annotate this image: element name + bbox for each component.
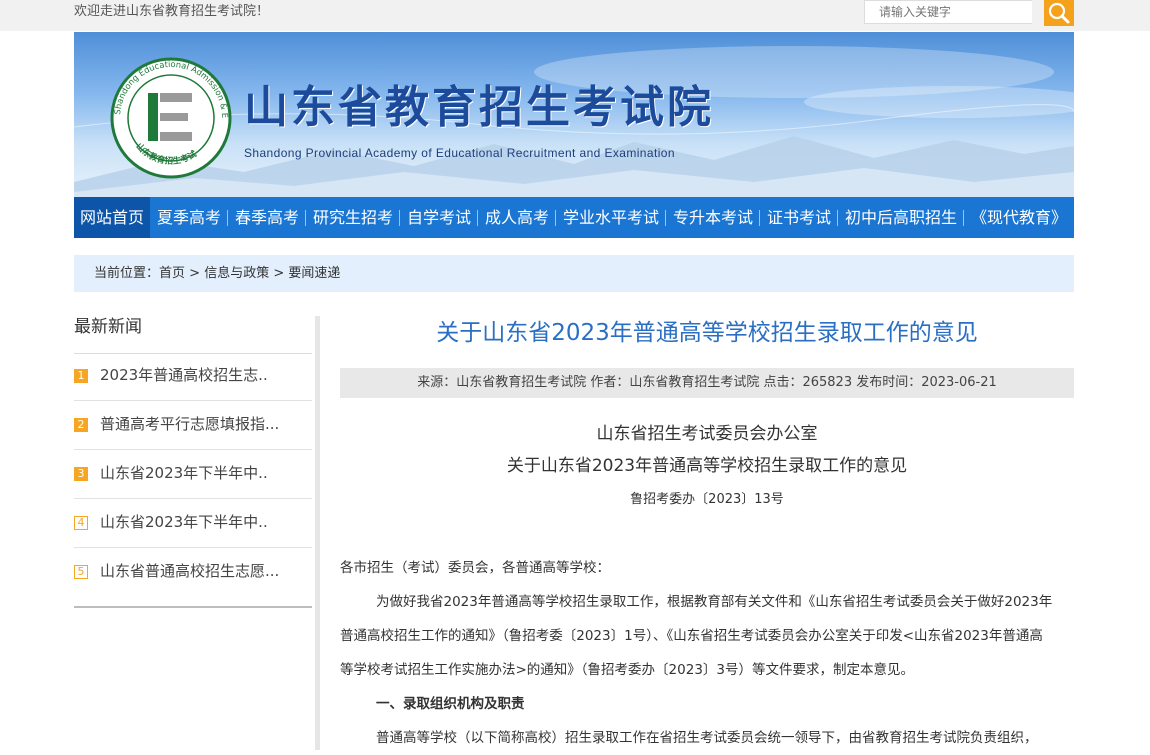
nav-item-upgrade-exam[interactable]: 专升本考试 bbox=[666, 197, 760, 238]
news-item-title[interactable]: 山东省普通高校招生志愿... bbox=[100, 561, 279, 581]
news-item-title[interactable]: 山东省2023年下半年中.. bbox=[100, 463, 268, 483]
nav-item-summer-gaokao[interactable]: 夏季高考 bbox=[150, 197, 228, 238]
article-paragraph-line: 等学校考试招生工作实施办法>的通知》（鲁招考委办〔2023〕3号）等文件要求，制… bbox=[340, 662, 915, 678]
document-number: 鲁招考委办〔2023〕13号 bbox=[630, 492, 784, 507]
search-button[interactable] bbox=[1044, 0, 1074, 26]
nav-item-label: 学业水平考试 bbox=[562, 208, 659, 227]
top-bar: 欢迎走进山东省教育招生考试院！ bbox=[0, 0, 1150, 31]
news-item-title[interactable]: 普通高考平行志愿填报指... bbox=[100, 414, 279, 434]
article-meta: 来源：山东省教育招生考试院 作者：山东省教育招生考试院 点击：265823 发布… bbox=[340, 368, 1074, 398]
academy-logo: Shandong Educational Admission & Examina… bbox=[110, 57, 232, 179]
nav-item-label: 春季高考 bbox=[234, 208, 299, 227]
news-rank-badge: 3 bbox=[74, 467, 88, 481]
news-item[interactable]: 4 山东省2023年下半年中.. bbox=[74, 499, 312, 548]
nav-item-postgraduate[interactable]: 研究生招考 bbox=[306, 197, 400, 238]
breadcrumb-separator: > bbox=[273, 266, 285, 281]
breadcrumb-news[interactable]: 要闻速递 bbox=[288, 266, 340, 281]
nav-item-label: 夏季高考 bbox=[156, 208, 221, 227]
document-title: 关于山东省2023年普通高等学校招生录取工作的意见 bbox=[506, 456, 908, 476]
nav-item-certificate-exam[interactable]: 证书考试 bbox=[760, 197, 838, 238]
sidebar-title: 最新新闻 bbox=[74, 317, 142, 337]
news-item[interactable]: 1 2023年普通高校招生志.. bbox=[74, 352, 312, 401]
nav-item-label: 自学考试 bbox=[406, 208, 471, 227]
nav-item-label: 专升本考试 bbox=[672, 208, 753, 227]
nav-item-home[interactable]: 网站首页 bbox=[74, 197, 150, 238]
nav-item-label: 《现代教育》 bbox=[970, 208, 1067, 227]
nav-item-label: 研究生招考 bbox=[312, 208, 393, 227]
breadcrumb: 当前位置：首页 > 信息与政策 > 要闻速递 bbox=[74, 255, 1074, 292]
nav-item-label: 成人高考 bbox=[484, 208, 549, 227]
news-rank-badge: 1 bbox=[74, 369, 88, 383]
article-title: 关于山东省2023年普通高等学校招生录取工作的意见 bbox=[436, 320, 978, 346]
breadcrumb-prefix: 当前位置： bbox=[94, 266, 160, 281]
article-paragraph-line: 普通高校招生工作的通知》（鲁招考委〔2023〕1号）、《山东省招生考试委员会办公… bbox=[340, 628, 1043, 644]
site-subtitle: Shandong Provincial Academy of Education… bbox=[244, 146, 675, 160]
news-rank-badge: 2 bbox=[74, 418, 88, 432]
nav-item-academic-level-exam[interactable]: 学业水平考试 bbox=[556, 197, 666, 238]
breadcrumb-separator: > bbox=[189, 266, 201, 281]
search-box bbox=[864, 0, 1074, 26]
sidebar-divider bbox=[315, 316, 320, 750]
breadcrumb-info-policy[interactable]: 信息与政策 bbox=[204, 266, 269, 281]
news-rank-badge: 5 bbox=[74, 565, 88, 579]
news-item-title[interactable]: 山东省2023年下半年中.. bbox=[100, 512, 268, 532]
document-issuer: 山东省招生考试委员会办公室 bbox=[596, 424, 818, 444]
news-item[interactable]: 5 山东省普通高校招生志愿... bbox=[74, 548, 312, 596]
site-banner: Shandong Educational Admission & Examina… bbox=[74, 32, 1074, 197]
news-item[interactable]: 2 普通高考平行志愿填报指... bbox=[74, 401, 312, 450]
news-item-title[interactable]: 2023年普通高校招生志.. bbox=[100, 365, 268, 385]
article-paragraph-line: 为做好我省2023年普通高等学校招生录取工作，根据教育部有关文件和《山东省招生考… bbox=[376, 594, 1053, 610]
breadcrumb-home[interactable]: 首页 bbox=[159, 266, 185, 281]
nav-item-self-study-exam[interactable]: 自学考试 bbox=[400, 197, 478, 238]
sidebar-bottom-border bbox=[74, 606, 312, 608]
news-item[interactable]: 3 山东省2023年下半年中.. bbox=[74, 450, 312, 499]
nav-item-spring-gaokao[interactable]: 春季高考 bbox=[228, 197, 306, 238]
nav-item-vocational-admission[interactable]: 初中后高职招生 bbox=[838, 197, 964, 238]
site-title: 山东省教育招生考试院 bbox=[244, 82, 714, 133]
article-salutation: 各市招生（考试）委员会，各普通高等学校： bbox=[340, 560, 610, 576]
nav-item-modern-education[interactable]: 《现代教育》 bbox=[964, 197, 1074, 238]
news-rank-badge: 4 bbox=[74, 516, 88, 530]
sidebar: 最新新闻 1 2023年普通高校招生志.. 2 普通高考平行志愿填报指... 3… bbox=[74, 316, 320, 750]
nav-item-label: 网站首页 bbox=[79, 208, 144, 227]
main-nav: 网站首页 夏季高考 春季高考 研究生招考 自学考试 成人高考 学业水平考试 专升本考试 证书考试… bbox=[74, 197, 1074, 238]
nav-item-adult-gaokao[interactable]: 成人高考 bbox=[478, 197, 556, 238]
search-icon bbox=[1048, 2, 1070, 24]
nav-item-label: 证书考试 bbox=[766, 208, 831, 227]
search-input[interactable] bbox=[864, 0, 1032, 24]
welcome-text: 欢迎走进山东省教育招生考试院！ bbox=[74, 4, 270, 19]
article-section-heading: 一、录取组织机构及职责 bbox=[376, 696, 525, 712]
nav-item-label: 初中后高职招生 bbox=[844, 208, 957, 227]
